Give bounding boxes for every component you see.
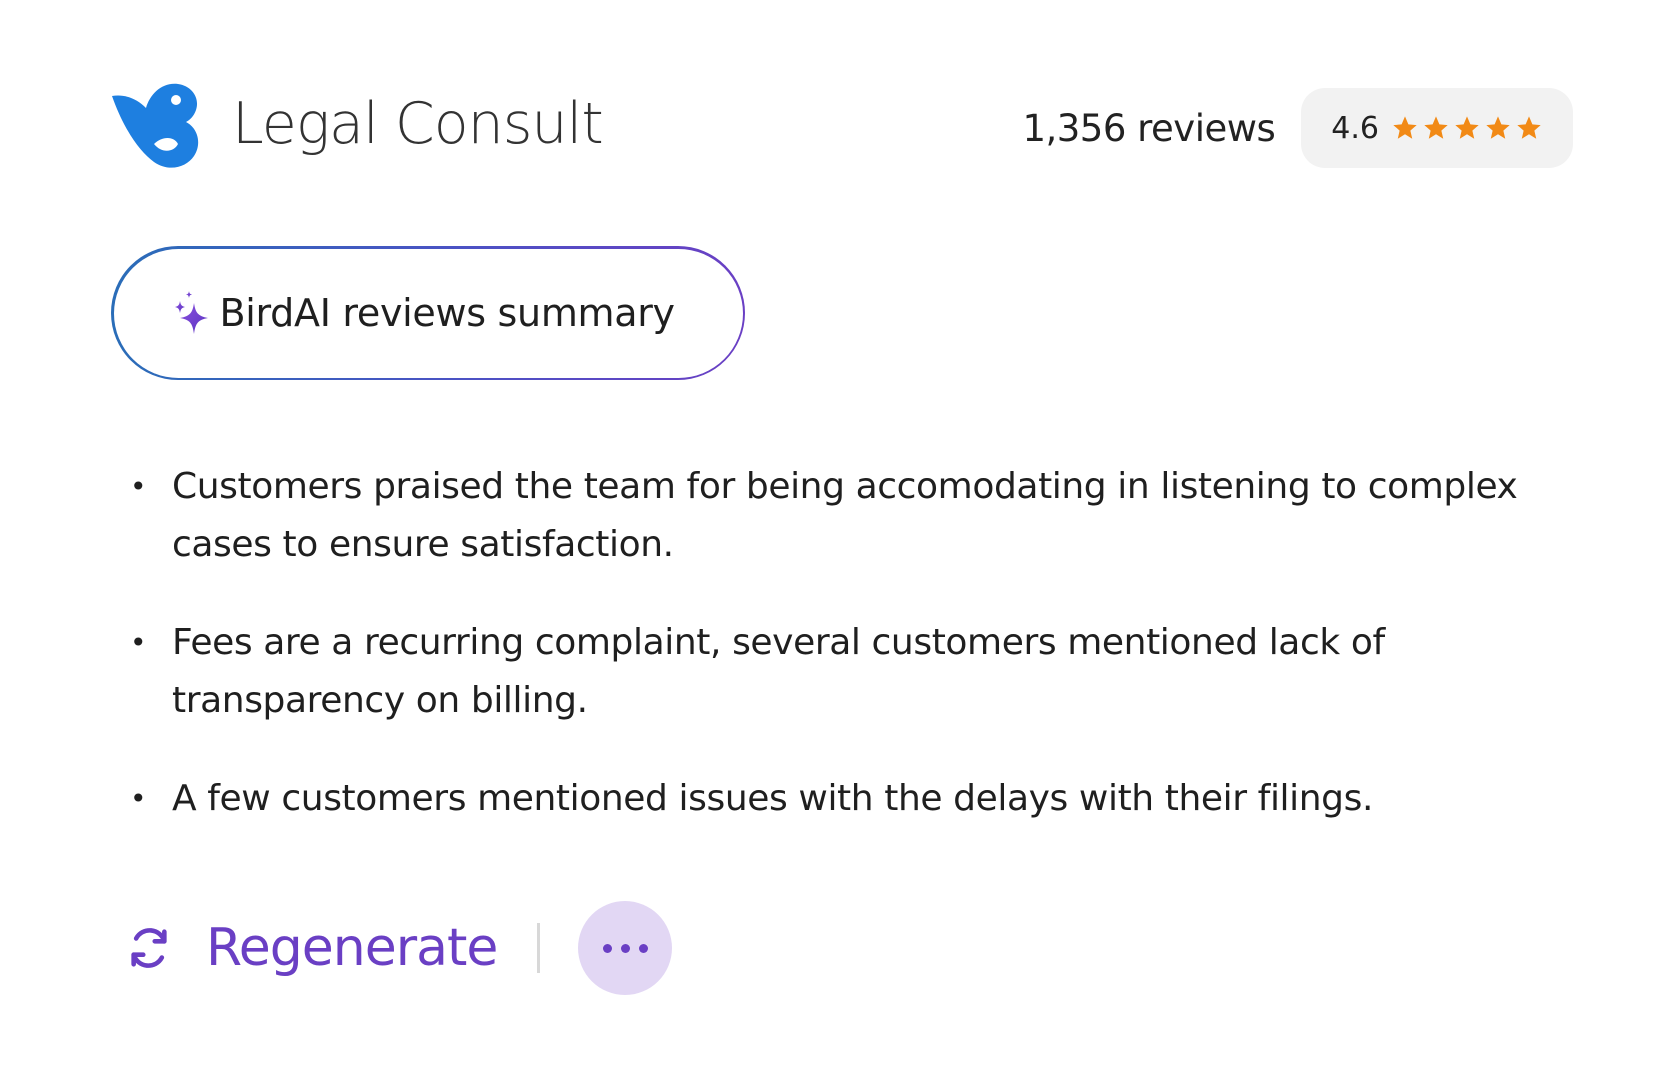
ai-summary-label: BirdAI reviews summary [219, 291, 676, 335]
divider [537, 923, 541, 973]
star-icon [1486, 116, 1510, 139]
summary-point: Customers praised the team for being acc… [172, 466, 1518, 565]
brand-name: Legal Consult [232, 91, 604, 157]
summary-list: • Customers praised the team for being a… [130, 458, 1600, 868]
star-icon [1424, 116, 1448, 139]
action-bar: Regenerate [126, 901, 673, 995]
more-options-button[interactable] [578, 901, 673, 995]
review-count[interactable]: 1,356 reviews [1022, 107, 1275, 150]
star-icon [1393, 116, 1417, 139]
more-horizontal-icon [620, 943, 630, 953]
rating-badge: 4.6 [1301, 88, 1573, 168]
list-item: • A few customers mentioned issues with … [130, 770, 1600, 828]
bullet-icon: • [130, 626, 147, 659]
summary-point: A few customers mentioned issues with th… [172, 778, 1374, 819]
list-item: • Fees are a recurring complaint, severa… [130, 614, 1600, 730]
rating-value: 4.6 [1331, 110, 1379, 146]
refresh-icon [131, 928, 167, 968]
rating-area: 1,356 reviews 4.6 [1022, 88, 1573, 168]
more-horizontal-icon [602, 943, 612, 953]
regenerate-button[interactable]: Regenerate [126, 918, 498, 978]
star-rating [1391, 114, 1543, 142]
more-horizontal-icon [638, 943, 648, 953]
bullet-icon: • [130, 782, 147, 815]
review-summary-card: Legal Consult 1,356 reviews 4.6 BirdAI r… [0, 0, 1660, 1066]
bird-logo-icon [112, 83, 199, 168]
list-item: • Customers praised the team for being a… [130, 458, 1600, 574]
summary-point: Fees are a recurring complaint, several … [172, 622, 1385, 721]
star-icon [1517, 116, 1541, 139]
brand-header: Legal Consult [110, 74, 604, 174]
sparkle-icon [174, 291, 208, 334]
star-icon [1455, 116, 1479, 139]
ai-summary-button-inner: BirdAI reviews summary [113, 248, 743, 378]
ai-summary-button[interactable]: BirdAI reviews summary [111, 246, 745, 380]
regenerate-label: Regenerate [206, 918, 498, 978]
bullet-icon: • [130, 470, 147, 503]
